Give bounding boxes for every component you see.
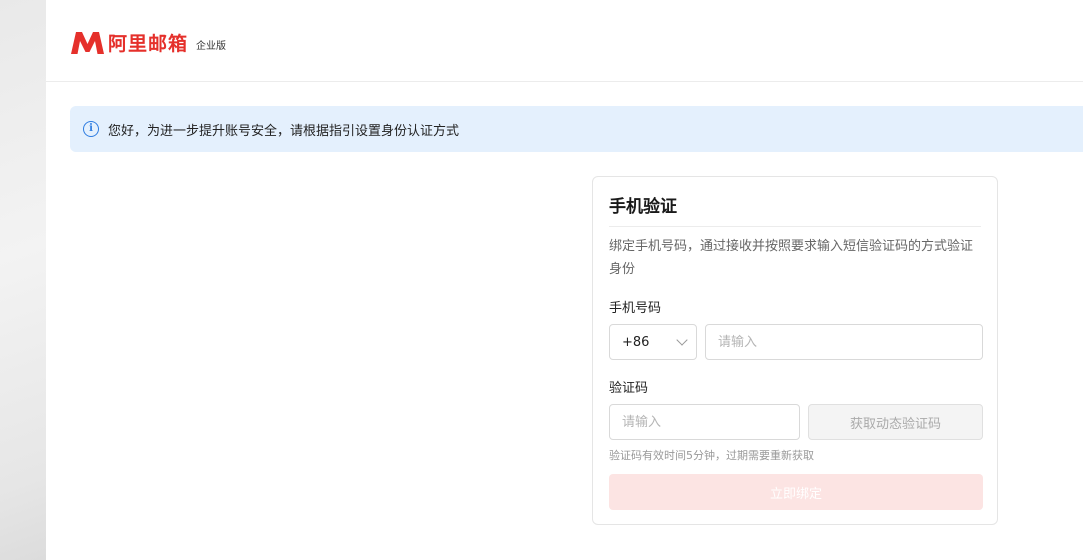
country-code-value: +86 [622, 334, 650, 350]
logo-text: 阿里邮箱 [108, 33, 189, 55]
code-input[interactable] [609, 404, 800, 440]
card-description: 绑定手机号码，通过接收并按照要求输入短信验证码的方式验证身份 [609, 239, 974, 277]
code-hint: 验证码有效时间5分钟，过期需要重新获取 [609, 449, 814, 462]
logo[interactable]: 阿里邮箱 企业版 [70, 29, 226, 56]
bind-now-button[interactable]: 立即绑定 [609, 474, 983, 510]
code-label: 验证码 [609, 381, 649, 396]
security-notice: i 您好，为进一步提升账号安全，请根据指引设置身份认证方式 [70, 106, 1083, 152]
divider [609, 226, 981, 227]
phone-input[interactable] [705, 324, 983, 360]
get-code-button[interactable]: 获取动态验证码 [808, 404, 983, 440]
chevron-down-icon [676, 334, 688, 346]
info-icon: i [83, 121, 99, 137]
notice-text: 您好，为进一步提升账号安全，请根据指引设置身份认证方式 [108, 123, 460, 139]
card-title: 手机验证 [609, 197, 677, 217]
phone-label: 手机号码 [609, 301, 662, 316]
country-code-select[interactable]: +86 [609, 324, 697, 360]
header: 阿里邮箱 企业版 [46, 0, 1083, 82]
background-strip [0, 0, 46, 560]
logo-edition: 企业版 [196, 41, 227, 52]
phone-verification-card: 手机验证 绑定手机号码，通过接收并按照要求输入短信验证码的方式验证身份 手机号码… [592, 176, 998, 525]
main-panel: 阿里邮箱 企业版 i 您好，为进一步提升账号安全，请根据指引设置身份认证方式 手… [46, 0, 1083, 560]
logo-m-icon [71, 31, 104, 54]
